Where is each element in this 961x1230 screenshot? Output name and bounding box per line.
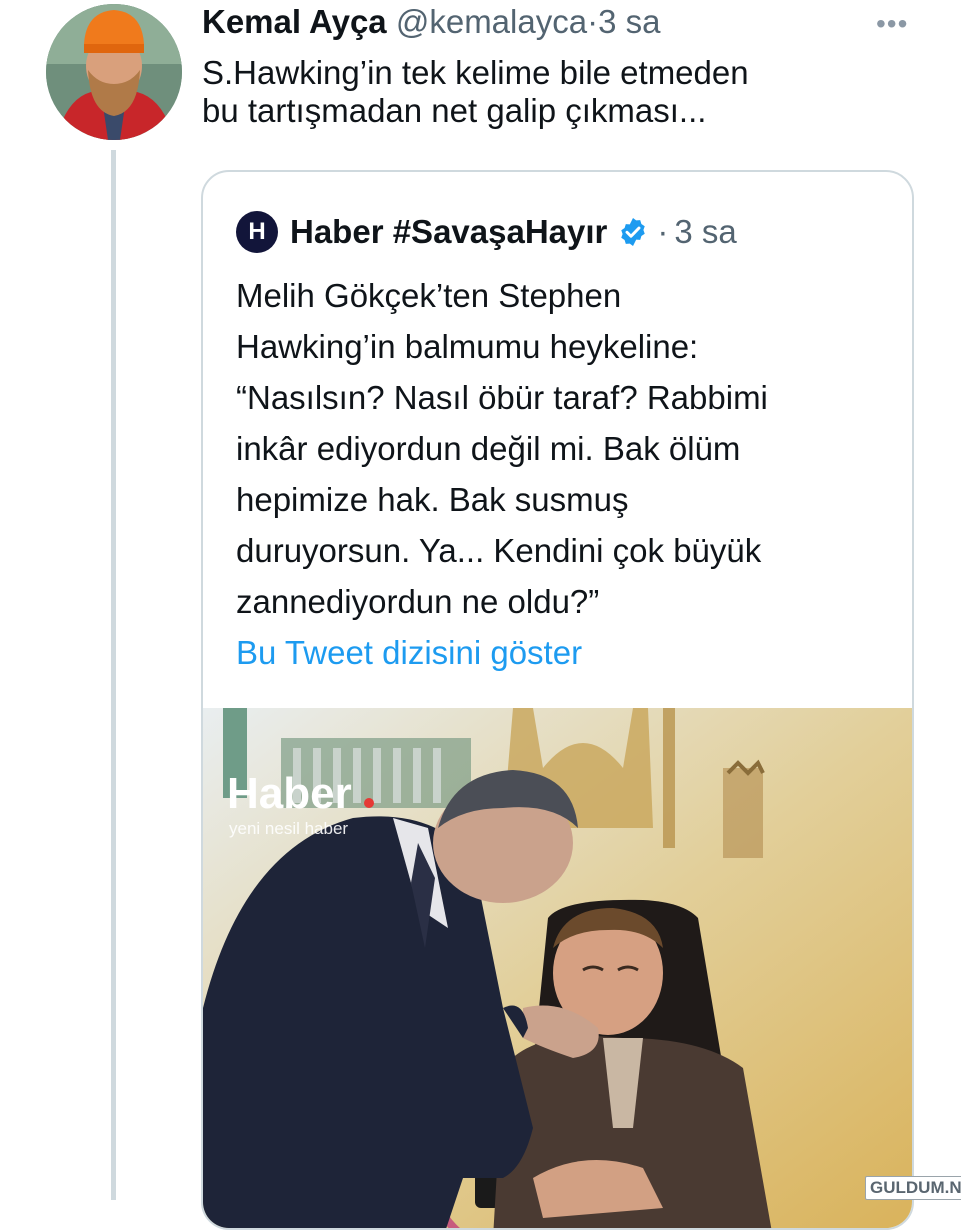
quoted-tweet-card[interactable]: H Haber #SavaşaHayır · 3 sa Melih Gökçek’… [201,170,914,1230]
author-avatar[interactable] [46,4,182,140]
quoted-account-name[interactable]: Haber #SavaşaHayır [290,213,607,251]
media-image: Haber yeni nesil haber [203,708,912,1228]
author-handle[interactable]: @kemalayca [396,3,587,40]
verified-badge-icon [617,216,649,248]
quoted-text-line: “Nasılsın? Nasıl öbür taraf? Rabbimi [236,379,768,416]
meta-separator: · [587,3,599,40]
show-thread-link[interactable]: Bu Tweet dizisini göster [236,634,582,672]
tweet-text: S.Hawking’in tek kelime bile etmeden bu … [202,54,922,130]
quoted-text-line: inkâr ediyordun değil mi. Bak ölüm [236,430,741,467]
tweet-text-line: S.Hawking’in tek kelime bile etmeden [202,54,749,91]
media-tagline: yeni nesil haber [229,819,348,838]
quoted-account-logo[interactable]: H [236,211,278,253]
quoted-text-line: zannediyordun ne oldu?” [236,583,600,620]
quoted-tweet-text: Melih Gökçek’ten Stephen Hawking’in balm… [236,270,896,627]
quoted-tweet-time[interactable]: 3 sa [674,213,736,251]
tweet-header: Kemal Ayça @kemalayca·3 sa [202,2,660,42]
more-dots-icon[interactable]: ••• [876,8,908,40]
media-logo-dot [364,798,374,808]
quoted-text-line: Hawking’in balmumu heykeline: [236,328,699,365]
quoted-text-line: hepimize hak. Bak susmuş [236,481,629,518]
author-name[interactable]: Kemal Ayça [202,3,387,40]
tweet-text-line: bu tartışmadan net galip çıkması... [202,92,707,129]
tweet-time[interactable]: 3 sa [598,3,660,40]
quoted-tweet-media[interactable]: Haber yeni nesil haber [203,708,912,1228]
media-logo: Haber [227,769,352,818]
quoted-meta-separator: · [657,213,669,250]
quoted-tweet-header: H Haber #SavaşaHayır · 3 sa [236,210,737,254]
thread-line [111,150,116,1200]
quoted-text-line: duruyorsun. Ya... Kendini çok büyük [236,532,762,569]
site-watermark: GULDUM.NET [865,1176,961,1200]
avatar-photo [46,4,182,140]
quoted-text-line: Melih Gökçek’ten Stephen [236,277,622,314]
